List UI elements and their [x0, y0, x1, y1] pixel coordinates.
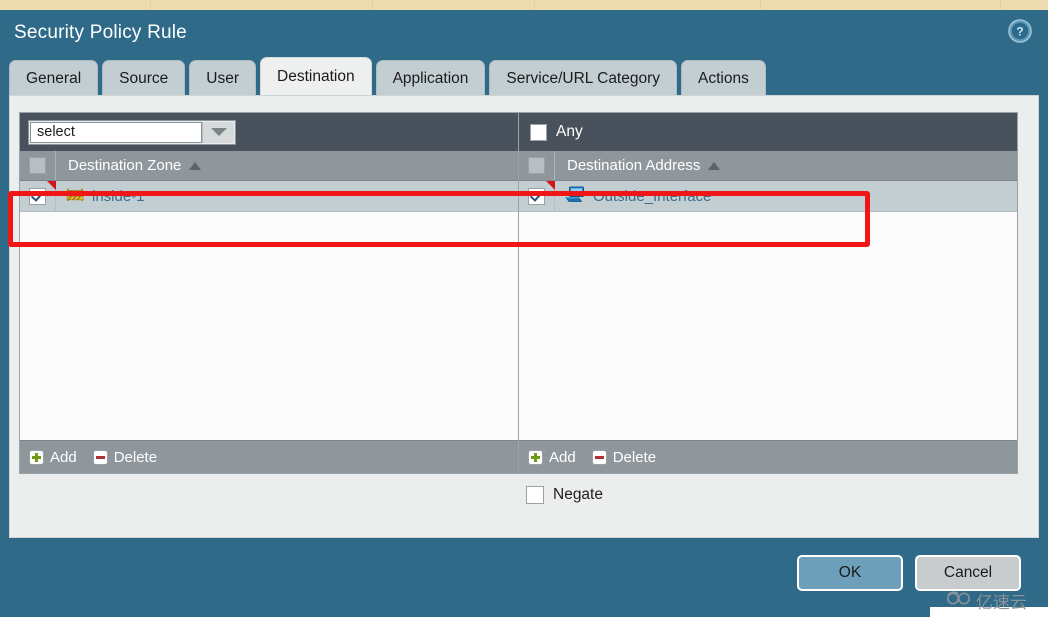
tab-bar: General Source User Destination Applicat… — [9, 57, 770, 96]
zone-delete-button[interactable]: Delete — [92, 448, 158, 466]
sort-ascending-icon[interactable] — [189, 161, 202, 170]
modified-corner-marker — [47, 181, 56, 190]
cancel-label: Cancel — [943, 564, 993, 581]
strip-divider — [534, 0, 535, 10]
destination-zone-footer: Add Delete — [20, 440, 518, 473]
tab-destination[interactable]: Destination — [260, 57, 372, 96]
destination-address-column-header: Destination Address — [519, 151, 1017, 181]
monitor-icon — [565, 186, 585, 207]
zone-select-all-checkbox-cell[interactable] — [20, 151, 56, 180]
cloud-logo-icon — [946, 590, 972, 611]
row-label: Outside_Interface — [593, 187, 712, 205]
tab-actions[interactable]: Actions — [681, 60, 766, 96]
destination-tab-panel: select Destination Zone inside-1 Add Del… — [9, 95, 1039, 538]
row-content[interactable]: Outside_Interface — [555, 186, 711, 207]
tab-label: Application — [392, 69, 469, 87]
tab-service-url-category[interactable]: Service/URL Category — [489, 60, 678, 96]
address-add-label: Add — [549, 448, 576, 466]
table-row[interactable]: inside-1 — [20, 181, 518, 212]
watermark: 亿速云 — [930, 579, 1048, 617]
tab-source[interactable]: Source — [102, 60, 186, 96]
minus-icon — [591, 449, 607, 465]
security-policy-rule-dialog: Security Policy Rule ? General Source Us… — [0, 10, 1048, 617]
ok-label: OK — [838, 564, 862, 581]
address-delete-label: Delete — [612, 448, 657, 466]
any-label: Any — [556, 123, 583, 140]
destination-address-panel: Any Destination Address Outside_Interfac… — [518, 112, 1018, 474]
tab-general[interactable]: General — [9, 60, 99, 96]
table-row[interactable]: Outside_Interface — [519, 181, 1017, 212]
strip-divider — [150, 0, 151, 10]
modified-corner-marker — [546, 181, 555, 190]
zone-select-input[interactable]: select — [30, 121, 202, 143]
address-select-all-checkbox[interactable] — [528, 157, 545, 174]
strip-divider — [760, 0, 761, 10]
plus-icon — [528, 449, 543, 465]
destination-zone-column-header: Destination Zone — [20, 151, 518, 181]
tab-label: General — [26, 69, 82, 87]
destination-address-list[interactable]: Outside_Interface — [519, 181, 1017, 440]
destination-zone-panel: select Destination Zone inside-1 Add Del… — [19, 112, 519, 474]
sort-ascending-icon[interactable] — [708, 161, 721, 170]
zone-add-label: Add — [50, 448, 77, 466]
dialog-title: Security Policy Rule — [14, 22, 187, 43]
minus-icon — [92, 449, 108, 465]
negate-label: Negate — [553, 486, 603, 503]
svg-text:?: ? — [1016, 25, 1023, 39]
row-checkbox-cell[interactable] — [20, 181, 56, 211]
address-column-title-group[interactable]: Destination Address — [555, 157, 721, 174]
cancel-button[interactable]: Cancel — [915, 555, 1021, 591]
row-checkbox[interactable] — [528, 187, 545, 205]
zone-barrier-icon — [66, 187, 84, 206]
tab-label: Service/URL Category — [506, 69, 661, 87]
destination-zone-toolbar: select — [20, 113, 518, 151]
ok-button[interactable]: OK — [797, 555, 903, 591]
tab-label: User — [206, 69, 240, 87]
top-browser-strip — [0, 0, 1048, 10]
row-checkbox[interactable] — [29, 187, 46, 205]
negate-checkbox-group[interactable]: Negate — [526, 486, 603, 504]
destination-address-footer: Add Delete — [519, 440, 1017, 473]
address-add-button[interactable]: Add — [528, 449, 576, 466]
zone-column-title-group[interactable]: Destination Zone — [56, 157, 202, 174]
plus-icon — [29, 449, 44, 465]
row-content[interactable]: inside-1 — [56, 187, 145, 206]
chevron-down-icon[interactable] — [202, 121, 234, 143]
zone-select-all-checkbox[interactable] — [29, 157, 46, 174]
negate-checkbox[interactable] — [526, 486, 544, 504]
any-checkbox-group[interactable]: Any — [527, 123, 583, 141]
tab-user[interactable]: User — [189, 60, 257, 96]
any-checkbox[interactable] — [530, 123, 547, 141]
watermark-text: 亿速云 — [976, 593, 1027, 612]
row-label: inside-1 — [92, 187, 145, 205]
zone-column-title: Destination Zone — [68, 157, 182, 174]
zone-select-combo[interactable]: select — [28, 119, 236, 145]
strip-divider — [372, 0, 373, 10]
address-select-all-checkbox-cell[interactable] — [519, 151, 555, 180]
destination-address-toolbar: Any — [519, 113, 1017, 151]
zone-add-button[interactable]: Add — [29, 449, 77, 466]
row-checkbox-cell[interactable] — [519, 181, 555, 211]
address-column-title: Destination Address — [567, 157, 701, 174]
help-circle-icon[interactable]: ? — [1008, 19, 1032, 43]
tab-label: Source — [119, 69, 169, 87]
tab-label: Destination — [277, 68, 355, 85]
zone-delete-label: Delete — [113, 448, 158, 466]
tab-application[interactable]: Application — [375, 60, 486, 96]
tab-label: Actions — [698, 69, 749, 87]
destination-zone-list[interactable]: inside-1 — [20, 181, 518, 440]
strip-divider — [1000, 0, 1001, 10]
address-delete-button[interactable]: Delete — [591, 448, 657, 466]
